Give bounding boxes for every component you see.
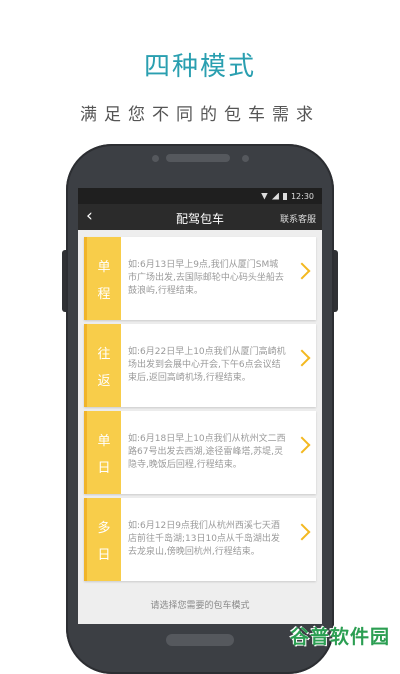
front-camera xyxy=(152,155,159,162)
hero-subtitle: 满足您不同的包车需求 xyxy=(80,105,320,125)
mode-tag-char: 返 xyxy=(97,373,111,389)
mode-tag: 往 返 xyxy=(84,324,121,407)
footer-hint: 请选择您需要的包车模式 xyxy=(150,601,250,611)
mode-description: 如:6月18日早上10点我们从杭州文二西路67号出发去西湖,途径雷峰塔,苏堤,灵… xyxy=(128,434,286,470)
contact-service-link[interactable]: 联系客服 xyxy=(280,212,316,225)
mode-description: 如:6月12日9点我们从杭州西溪七天酒店前往千岛湖;13日10点从千岛湖出发去龙… xyxy=(128,521,280,557)
chevron-right-icon xyxy=(293,436,311,454)
chevron-right-icon xyxy=(293,349,311,367)
chevron-right-icon xyxy=(293,262,311,280)
mode-card-single-day[interactable]: 单 日 如:6月18日早上10点我们从杭州文二西路67号出发去西湖,途径雷峰塔,… xyxy=(84,411,316,494)
mode-tag-char: 程 xyxy=(97,286,111,302)
wifi-icon xyxy=(260,192,268,200)
chevron-right-icon xyxy=(293,523,311,541)
battery-icon xyxy=(282,192,287,200)
phone-earpiece xyxy=(166,154,230,162)
mode-tag-char: 日 xyxy=(97,547,111,563)
mode-tag-char: 单 xyxy=(97,433,111,449)
signal-icon xyxy=(271,192,279,200)
proximity-sensor xyxy=(242,155,249,162)
mode-tag: 单 日 xyxy=(84,411,121,494)
navbar: ‹ 配驾包车 联系客服 xyxy=(78,204,322,230)
mode-card-list: 单 程 如:6月13日早上9点,我们从厦门SM城市广场出发,去国际邮轮中心码头坐… xyxy=(84,237,316,585)
home-button xyxy=(166,634,234,646)
mode-tag-char: 往 xyxy=(97,346,111,362)
phone-frame: 12:30 ‹ 配驾包车 联系客服 单 程 如:6月13日早上9点,我们从厦门S… xyxy=(66,144,334,674)
mode-card-multi-day[interactable]: 多 日 如:6月12日9点我们从杭州西溪七天酒店前往千岛湖;13日10点从千岛湖… xyxy=(84,498,316,581)
status-bar: 12:30 xyxy=(78,188,322,204)
mode-tag: 多 日 xyxy=(84,498,121,581)
mode-card-one-way[interactable]: 单 程 如:6月13日早上9点,我们从厦门SM城市广场出发,去国际邮轮中心码头坐… xyxy=(84,237,316,320)
mode-tag: 单 程 xyxy=(84,237,121,320)
hero-title: 四种模式 xyxy=(143,52,256,82)
watermark-logo: 谷普软件园 xyxy=(289,626,390,648)
mode-tag-char: 日 xyxy=(97,460,111,476)
phone-screen: 12:30 ‹ 配驾包车 联系客服 单 程 如:6月13日早上9点,我们从厦门S… xyxy=(78,188,322,624)
status-time: 12:30 xyxy=(290,191,314,201)
mode-description: 如:6月13日早上9点,我们从厦门SM城市广场出发,去国际邮轮中心码头坐船去鼓浪… xyxy=(128,260,284,296)
mode-description: 如:6月22日早上10点我们从厦门高崎机场出发到会展中心开会,下午6点会议结束后… xyxy=(128,347,286,383)
mode-tag-char: 单 xyxy=(97,259,111,275)
mode-card-round-trip[interactable]: 往 返 如:6月22日早上10点我们从厦门高崎机场出发到会展中心开会,下午6点会… xyxy=(84,324,316,407)
mode-tag-char: 多 xyxy=(97,520,111,536)
